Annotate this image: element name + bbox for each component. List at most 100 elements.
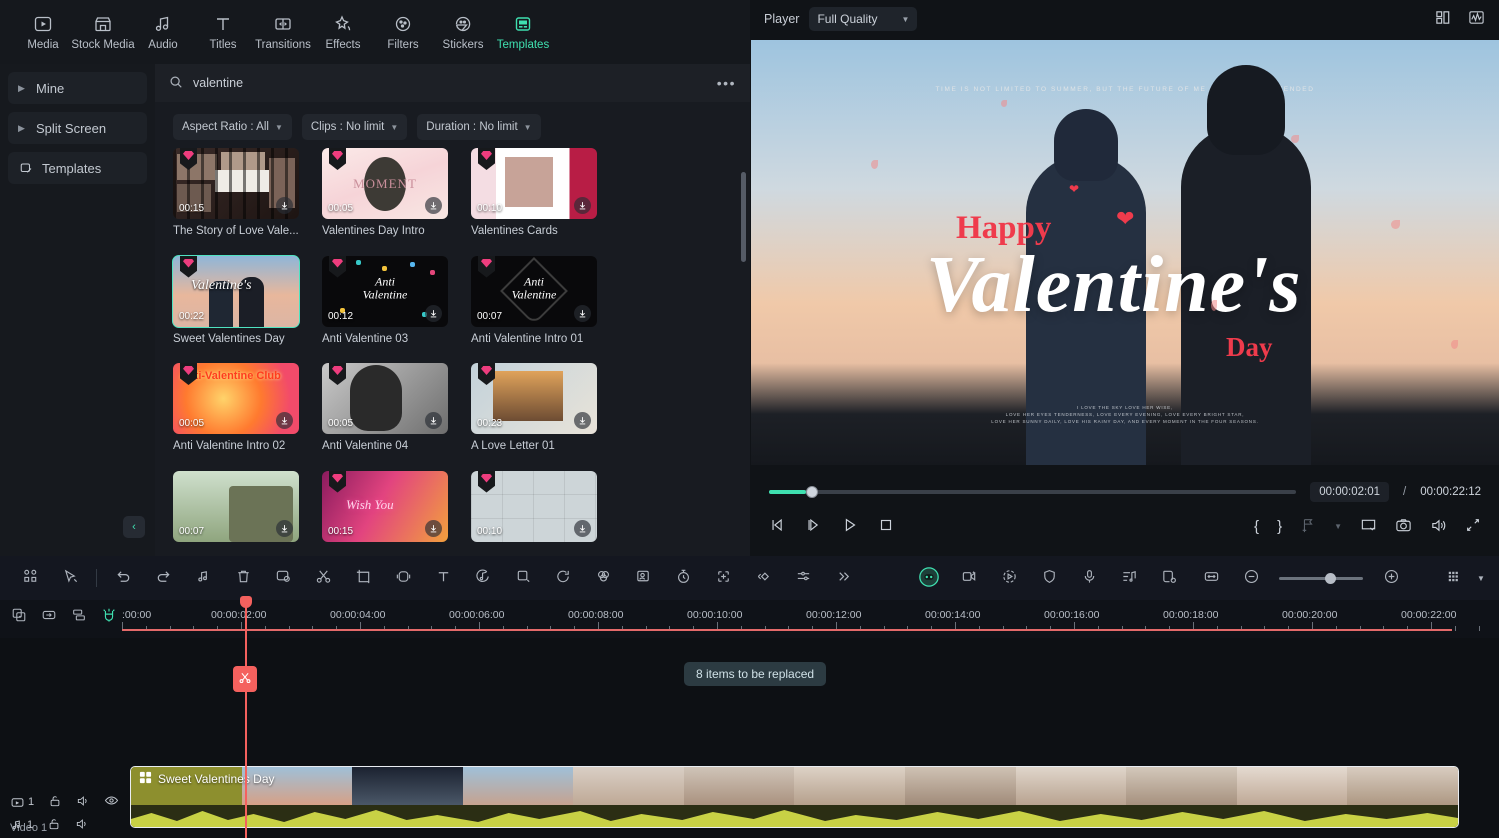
rotate-button[interactable] — [543, 563, 583, 593]
video-preview[interactable]: TIME IS NOT LIMITED TO SUMMER, BUT THE F… — [751, 40, 1499, 465]
delete-button[interactable] — [223, 563, 263, 593]
template-thumbnail[interactable]: Anti Valentine 00:07 — [471, 255, 597, 327]
auto-beat-sync-button[interactable] — [183, 563, 223, 593]
filter-aspect-ratio[interactable]: Aspect Ratio : All ▼ — [173, 114, 292, 140]
color-button[interactable] — [583, 563, 623, 593]
template-card[interactable]: 00:10 Valentines Cards — [471, 148, 597, 246]
template-card[interactable]: Anti Valentine 00:07 Anti Valentine Intro… — [471, 255, 597, 354]
green-screen-button[interactable] — [263, 563, 303, 593]
template-card[interactable]: Anti Valentine 00:12 Anti Valentine 03 — [322, 255, 448, 354]
template-thumbnail[interactable]: 00:23 — [471, 363, 597, 434]
download-icon[interactable] — [425, 197, 442, 214]
template-card[interactable]: 00:07 — [173, 470, 299, 557]
download-icon[interactable] — [276, 197, 293, 214]
download-icon[interactable] — [276, 519, 293, 537]
template-thumbnail[interactable]: 00:05 — [322, 363, 448, 434]
audio-ducking-button[interactable] — [1109, 563, 1149, 593]
portrait-button[interactable] — [623, 563, 663, 593]
more-button[interactable] — [823, 563, 863, 593]
mark-in-button[interactable]: { — [1254, 518, 1259, 535]
nav-item-audio[interactable]: Audio — [134, 3, 192, 61]
chevron-down-icon[interactable]: ▼ — [1334, 522, 1342, 531]
download-icon[interactable] — [425, 304, 442, 322]
template-card[interactable]: MOMENT 00:05 Valentines Day Intro — [322, 148, 448, 246]
speed-button[interactable] — [383, 563, 423, 593]
lock-icon[interactable] — [48, 794, 62, 811]
play-icon[interactable] — [841, 516, 859, 537]
camera-icon[interactable] — [1395, 517, 1412, 537]
template-card[interactable]: 00:10 — [471, 470, 597, 557]
mute-icon[interactable] — [76, 794, 90, 811]
stop-icon[interactable] — [877, 516, 895, 537]
template-card[interactable]: Wish You 00:15 — [322, 470, 448, 557]
template-card[interactable]: 00:15 The Story of Love Vale... — [173, 148, 299, 246]
download-icon[interactable] — [425, 519, 442, 537]
ai-audio-button[interactable] — [463, 563, 503, 593]
collapse-panel-button[interactable]: ‹ — [123, 516, 145, 538]
select-tool-button[interactable] — [50, 563, 90, 593]
ruler-ticks[interactable]: :00:00 00:00:02:00 00:00:04:00 00:00:06:00 0… — [122, 600, 1499, 638]
undo-button[interactable] — [103, 563, 143, 593]
nav-item-stock-media[interactable]: Stock Media — [71, 3, 135, 61]
next-frame-icon[interactable] — [805, 516, 823, 537]
zoom-in-button[interactable] — [1371, 563, 1411, 593]
track-height-button[interactable] — [1433, 563, 1473, 593]
split-at-playhead-button[interactable] — [233, 666, 257, 692]
template-card[interactable]: 00:05 Anti Valentine 04 — [322, 363, 448, 461]
template-thumbnail[interactable]: Valentine's 00:22 — [172, 254, 300, 328]
scene-detect-button[interactable] — [1149, 563, 1189, 593]
sidebar-item-split-screen[interactable]: ▶ Split Screen — [8, 112, 147, 144]
add-to-timeline-button[interactable] — [703, 563, 743, 593]
nav-item-templates[interactable]: Templates — [494, 3, 552, 61]
nav-item-titles[interactable]: Titles — [194, 3, 252, 61]
template-thumbnail[interactable]: 00:07 — [173, 470, 299, 542]
pop-out-icon[interactable] — [1360, 517, 1377, 537]
nav-item-transitions[interactable]: Transitions — [254, 3, 312, 61]
playhead[interactable] — [240, 596, 252, 838]
template-card[interactable]: Anti-Valentine Club 00:05 Anti Valentine… — [173, 363, 299, 461]
eye-icon[interactable] — [104, 793, 119, 811]
lock-icon[interactable] — [47, 817, 61, 834]
template-thumbnail[interactable]: Wish You 00:15 — [322, 470, 448, 542]
template-card-selected[interactable]: Valentine's 00:22 Sweet Valentines Day — [172, 254, 300, 354]
template-thumbnail[interactable]: 00:10 — [471, 470, 597, 542]
fullscreen-icon[interactable] — [1465, 517, 1481, 536]
keyframe-button[interactable] — [743, 563, 783, 593]
split-button[interactable] — [303, 563, 343, 593]
crop-button[interactable] — [343, 563, 383, 593]
zoom-slider-handle[interactable] — [1325, 572, 1337, 584]
mask-button[interactable] — [503, 563, 543, 593]
download-icon[interactable] — [574, 304, 591, 322]
template-thumbnail[interactable]: 00:10 — [471, 148, 597, 219]
auto-reframe-button[interactable] — [989, 563, 1029, 593]
zoom-slider[interactable] — [1279, 572, 1363, 584]
filter-clips[interactable]: Clips : No limit ▼ — [301, 114, 408, 140]
track-height-dropdown[interactable]: ▼ — [1473, 563, 1489, 593]
template-thumbnail[interactable]: Anti-Valentine Club 00:05 — [173, 363, 299, 434]
timeline-clip[interactable]: Sweet Valentines Day — [130, 766, 1459, 828]
nav-item-filters[interactable]: Filters — [374, 3, 432, 61]
template-thumbnail[interactable]: 00:15 — [173, 148, 299, 219]
sidebar-item-templates[interactable]: Templates — [8, 152, 147, 184]
browser-scrollbar[interactable] — [741, 172, 746, 262]
download-icon[interactable] — [574, 519, 591, 537]
download-icon[interactable] — [425, 412, 442, 429]
marker-icon[interactable] — [1300, 517, 1316, 536]
template-thumbnail[interactable]: Anti Valentine 00:12 — [322, 255, 448, 327]
adjust-button[interactable] — [783, 563, 823, 593]
template-card[interactable]: 00:23 A Love Letter 01 — [471, 363, 597, 461]
redo-button[interactable] — [143, 563, 183, 593]
template-thumbnail[interactable]: MOMENT 00:05 — [322, 148, 448, 219]
ai-copilot-button[interactable] — [909, 563, 949, 593]
duration-button[interactable] — [663, 563, 703, 593]
more-options-button[interactable]: ••• — [717, 75, 736, 91]
download-icon[interactable] — [276, 412, 293, 429]
prev-frame-icon[interactable] — [769, 516, 787, 537]
search-input[interactable]: valentine — [193, 76, 707, 90]
playhead-handle[interactable] — [240, 596, 252, 608]
layout-grid-icon[interactable] — [1435, 9, 1452, 29]
voiceover-button[interactable] — [1069, 563, 1109, 593]
text-button[interactable] — [423, 563, 463, 593]
zoom-out-button[interactable] — [1231, 563, 1271, 593]
ai-video-button[interactable] — [949, 563, 989, 593]
